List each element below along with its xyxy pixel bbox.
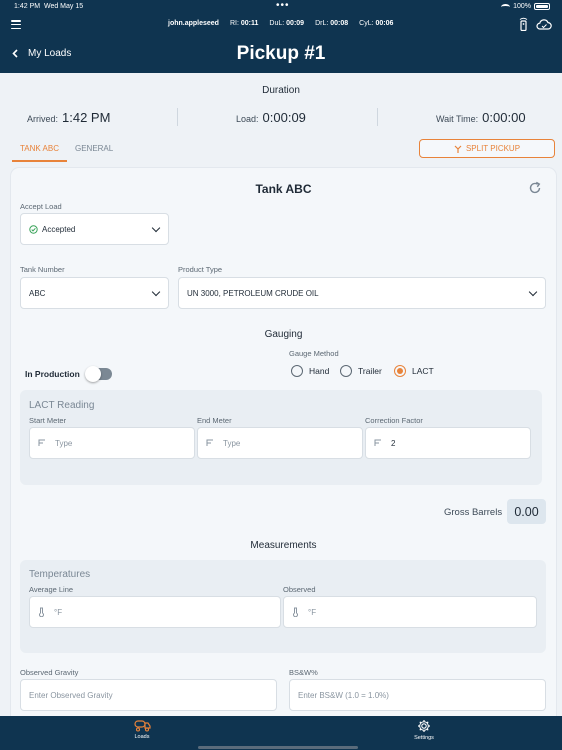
temperatures-panel: Temperatures Average Line °F Observed °F <box>20 560 546 653</box>
bsw-input[interactable]: Enter BS&W (1.0 = 1.0%) <box>289 679 546 711</box>
tab-general[interactable]: GENERAL <box>67 140 121 162</box>
chevron-down-icon <box>151 287 161 297</box>
load-duration: Load: 0:00:09 <box>236 110 306 125</box>
split-pickup-button[interactable]: SPLIT PICKUP <box>419 139 555 158</box>
observed-temp-input[interactable]: °F <box>283 596 537 628</box>
meter-icon <box>38 439 45 446</box>
meter-icon <box>374 439 381 446</box>
home-indicator <box>198 746 358 749</box>
thermometer-icon <box>293 607 298 617</box>
gross-barrels-label: Gross Barrels <box>444 507 503 518</box>
tab-tank-abc[interactable]: TANK ABC <box>12 140 67 162</box>
metric-ri: RI: 00:11 <box>229 20 259 27</box>
thermometer-icon <box>39 607 44 617</box>
split-icon <box>454 145 462 153</box>
status-bar: 1:42 PM Wed May 15 ••• 100% <box>0 0 562 14</box>
page-title: Pickup #1 <box>236 43 326 64</box>
toggle-knob <box>85 366 101 382</box>
metric-cyl: CyL: 00:06 <box>359 20 394 27</box>
tank-number-select[interactable]: ABC <box>20 277 169 309</box>
gauge-method-hand[interactable]: Hand <box>291 365 329 377</box>
accept-load-label: Accept Load <box>20 202 62 211</box>
battery-icon <box>534 3 550 10</box>
correction-factor-label: Correction Factor <box>365 416 423 425</box>
split-pickup-label: SPLIT PICKUP <box>465 144 521 153</box>
end-meter-label: End Meter <box>197 416 232 425</box>
multitask-dots-icon[interactable]: ••• <box>276 0 290 11</box>
tank-number-value: ABC <box>29 288 46 298</box>
accept-load-select[interactable]: Accepted <box>20 213 169 245</box>
menu-icon[interactable] <box>11 20 21 29</box>
average-line-label: Average Line <box>29 585 74 594</box>
remote-device-icon[interactable] <box>519 17 528 31</box>
battery-percent: 100% <box>513 3 531 10</box>
accept-load-value: Accepted <box>42 224 76 234</box>
radio-icon <box>291 365 303 377</box>
tank-card: Tank ABC Accept Load Accepted Tank Numbe… <box>11 168 556 728</box>
wifi-icon <box>501 3 511 10</box>
arrived-value: 1:42 PM <box>62 110 111 125</box>
gauge-method-label: Gauge Method <box>289 349 339 358</box>
radio-icon <box>340 365 352 377</box>
truck-icon <box>133 720 151 732</box>
bsw-label: BS&W% <box>289 668 318 677</box>
measurements-title: Measurements <box>250 540 317 551</box>
wait-time: Wait Time: 0:00:00 <box>436 110 526 125</box>
temperatures-title: Temperatures <box>29 569 91 580</box>
tab-bar: TANK ABC GENERAL <box>12 140 121 162</box>
divider <box>377 108 378 126</box>
meter-icon <box>206 439 213 446</box>
metric-dul: DuL: 00:09 <box>269 20 305 27</box>
tank-number-label: Tank Number <box>20 265 65 274</box>
duration-title: Duration <box>262 85 300 96</box>
wait-value: 0:00:00 <box>482 110 526 125</box>
gear-icon <box>418 720 430 732</box>
average-line-input[interactable]: °F <box>29 596 281 628</box>
header-metrics: john.appleseed RI: 00:11 DuL: 00:09 DrL:… <box>168 20 393 27</box>
app-header: 1:42 PM Wed May 15 ••• 100% john.applese… <box>0 0 562 73</box>
gauge-method-trailer[interactable]: Trailer <box>340 365 382 377</box>
metric-drl: DrL: 00:08 <box>315 20 349 27</box>
gross-barrels-value: 0.00 <box>507 499 546 524</box>
card-title: Tank ABC <box>255 182 312 196</box>
chevron-down-icon <box>151 223 161 233</box>
bottom-nav: Loads Settings <box>0 716 562 750</box>
nav-settings[interactable]: Settings <box>394 719 454 741</box>
check-circle-icon <box>29 224 38 234</box>
end-meter-input[interactable]: Type <box>197 427 363 459</box>
divider <box>177 108 178 126</box>
arrived: Arrived: 1:42 PM <box>27 110 111 125</box>
lact-reading-panel: LACT Reading Start Meter Type End Meter … <box>20 390 542 485</box>
start-meter-input[interactable]: Type <box>29 427 195 459</box>
status-time: 1:42 PM <box>14 3 41 10</box>
product-type-label: Product Type <box>178 265 223 274</box>
radio-selected-icon <box>394 365 406 377</box>
observed-temp-label: Observed <box>283 585 316 594</box>
in-production-label: In Production <box>25 369 80 379</box>
duration-row: Arrived: 1:42 PM Load: 0:00:09 Wait Time: 0… <box>0 104 562 130</box>
lact-reading-title: LACT Reading <box>29 400 95 411</box>
gauge-method-lact[interactable]: LACT <box>394 365 434 377</box>
observed-gravity-label: Observed Gravity <box>20 668 79 677</box>
username: john.appleseed <box>168 20 219 27</box>
product-type-value: UN 3000, PETROLEUM CRUDE OIL <box>187 288 319 298</box>
load-value: 0:00:09 <box>262 110 306 125</box>
chevron-down-icon <box>528 287 538 297</box>
nav-loads[interactable]: Loads <box>112 719 172 740</box>
correction-factor-input[interactable]: 2 <box>365 427 531 459</box>
start-meter-label: Start Meter <box>29 416 67 425</box>
nav-loads-label: Loads <box>134 734 150 740</box>
cloud-sync-icon[interactable] <box>536 18 552 30</box>
refresh-icon[interactable] <box>528 181 542 195</box>
status-date: Wed May 15 <box>43 3 84 10</box>
product-type-select[interactable]: UN 3000, PETROLEUM CRUDE OIL <box>178 277 546 309</box>
gauging-title: Gauging <box>264 329 303 340</box>
nav-settings-label: Settings <box>414 735 434 741</box>
in-production-toggle[interactable] <box>85 366 112 382</box>
observed-gravity-input[interactable]: Enter Observed Gravity <box>20 679 277 711</box>
